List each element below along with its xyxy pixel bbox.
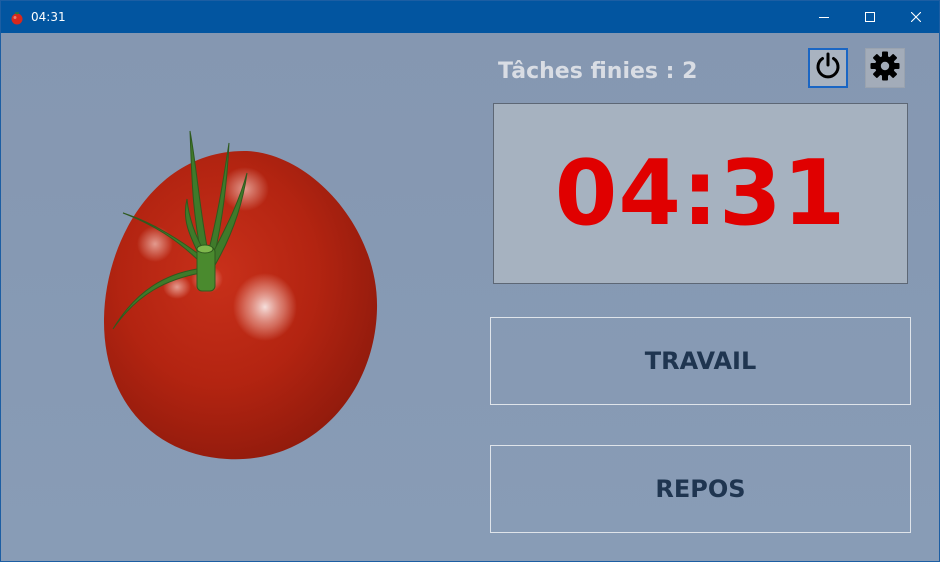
maximize-button[interactable] xyxy=(847,1,893,33)
timer-display: 04:31 xyxy=(493,103,908,284)
rest-button[interactable]: REPOS xyxy=(490,445,911,533)
work-button-label: TRAVAIL xyxy=(644,347,757,375)
close-button[interactable] xyxy=(893,1,939,33)
gear-icon xyxy=(869,50,901,86)
tomato-illustration xyxy=(97,129,387,469)
maximize-icon xyxy=(865,12,875,22)
work-button[interactable]: TRAVAIL xyxy=(490,317,911,405)
window-title: 04:31 xyxy=(31,10,66,24)
title-bar[interactable]: 04:31 xyxy=(1,1,939,33)
power-icon xyxy=(813,51,843,85)
timer-text: 04:31 xyxy=(554,140,847,246)
power-button[interactable] xyxy=(808,48,848,88)
minimize-icon xyxy=(819,12,829,22)
close-icon xyxy=(911,12,921,22)
rest-button-label: REPOS xyxy=(655,475,746,503)
settings-button[interactable] xyxy=(865,48,905,88)
minimize-button[interactable] xyxy=(801,1,847,33)
main-panel: Tâches finies : 2 04:31 TRAVAIL REPOS xyxy=(1,33,939,561)
tasks-count-label: Tâches finies : 2 xyxy=(498,59,698,84)
tomato-icon xyxy=(10,10,24,25)
app-window: 04:31 Tâches finies: 2 04:31 TRAVAIL RE… xyxy=(0,0,940,562)
